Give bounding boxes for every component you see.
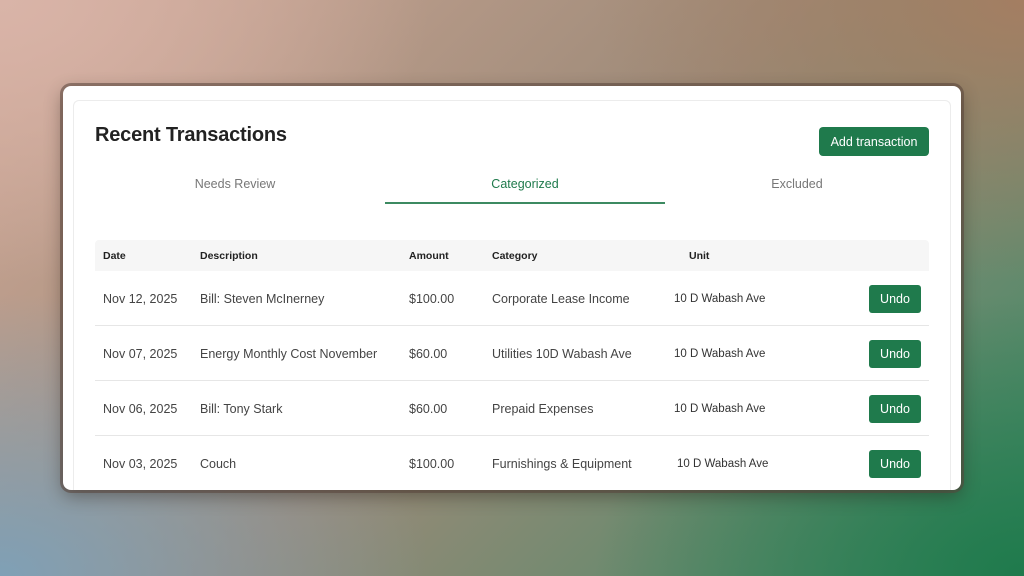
row-amount: $100.00 [409,457,455,471]
row-amount: $60.00 [409,347,448,361]
row-description: Couch [200,457,237,471]
row-date: Nov 06, 2025 [103,402,178,416]
undo-button[interactable]: Undo [869,395,921,423]
row-unit: 10 D Wabash Ave [674,293,766,305]
column-header-category: Category [492,250,538,262]
table-row: Nov 03, 2025 Couch $100.00 Furnishings &… [95,436,929,490]
column-header-date: Date [103,250,126,262]
transactions-card: Recent Transactions Add transaction Need… [63,86,961,490]
column-header-unit: Unit [689,250,710,262]
row-category: Prepaid Expenses [492,402,594,416]
column-header-description: Description [200,250,258,262]
table-row: Nov 12, 2025 Bill: Steven McInerney $100… [95,271,929,326]
row-date: Nov 03, 2025 [103,457,178,471]
row-category: Furnishings & Equipment [492,457,632,471]
transactions-table: Date Description Amount Category Unit No… [95,240,929,490]
row-unit: 10 D Wabash Ave [674,403,766,415]
row-category: Corporate Lease Income [492,292,630,306]
undo-button[interactable]: Undo [869,285,921,313]
row-description: Bill: Tony Stark [200,402,283,416]
undo-button[interactable]: Undo [869,340,921,368]
row-date: Nov 07, 2025 [103,347,178,361]
row-description: Energy Monthly Cost November [200,347,378,361]
row-date: Nov 12, 2025 [103,292,178,306]
tab-needs-review[interactable]: Needs Review [95,170,375,204]
tab-excluded[interactable]: Excluded [657,170,937,204]
row-amount: $100.00 [409,292,455,306]
table-row: Nov 07, 2025 Energy Monthly Cost Novembe… [95,326,929,381]
row-description: Bill: Steven McInerney [200,292,325,306]
row-category: Utilities 10D Wabash Ave [492,347,632,361]
table-row: Nov 06, 2025 Bill: Tony Stark $60.00 Pre… [95,381,929,436]
column-header-amount: Amount [409,250,449,262]
page-title: Recent Transactions [95,124,287,146]
table-header: Date Description Amount Category Unit [95,240,929,271]
add-transaction-button[interactable]: Add transaction [819,127,929,156]
row-amount: $60.00 [409,402,448,416]
tab-bar: Needs Review Categorized Excluded [95,170,929,204]
tab-categorized[interactable]: Categorized [385,170,665,204]
undo-button[interactable]: Undo [869,450,921,478]
row-unit: 10 D Wabash Ave [674,348,766,360]
row-unit: 10 D Wabash Ave [677,458,769,470]
